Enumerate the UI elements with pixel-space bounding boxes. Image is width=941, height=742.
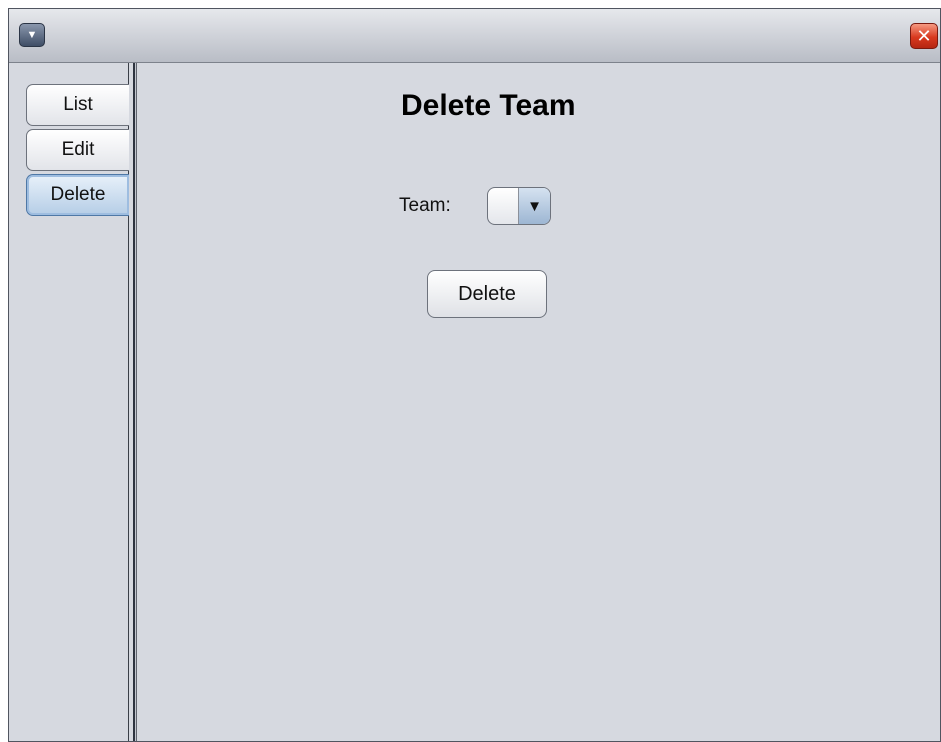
team-select-value — [488, 188, 518, 224]
tab-label: List — [63, 94, 93, 115]
page-title: Delete Team — [401, 89, 576, 122]
title-bar: ▼ ✕ — [9, 9, 940, 63]
tab-label: Delete — [50, 184, 106, 205]
tab-list[interactable]: List — [26, 84, 129, 126]
delete-button[interactable]: Delete — [427, 270, 547, 318]
app-window: ▼ ✕ List Edit Delete Delete Team Team: ▼… — [8, 8, 941, 742]
team-label: Team: — [399, 195, 451, 216]
close-icon: ✕ — [916, 26, 932, 46]
window-menu-button[interactable]: ▼ — [19, 23, 45, 47]
chevron-down-icon: ▼ — [26, 28, 38, 41]
dropdown-arrow-button[interactable]: ▼ — [518, 188, 550, 224]
tab-label: Edit — [61, 139, 95, 160]
tab-delete[interactable]: Delete — [26, 174, 129, 216]
team-select[interactable]: ▼ — [487, 187, 551, 225]
tab-strip: List Edit Delete — [9, 63, 129, 741]
delete-team-panel: Delete Team Team: ▼ Delete — [137, 63, 940, 741]
tab-edit[interactable]: Edit — [26, 129, 129, 171]
chevron-down-icon: ▼ — [527, 197, 542, 215]
window-close-button[interactable]: ✕ — [910, 23, 938, 49]
